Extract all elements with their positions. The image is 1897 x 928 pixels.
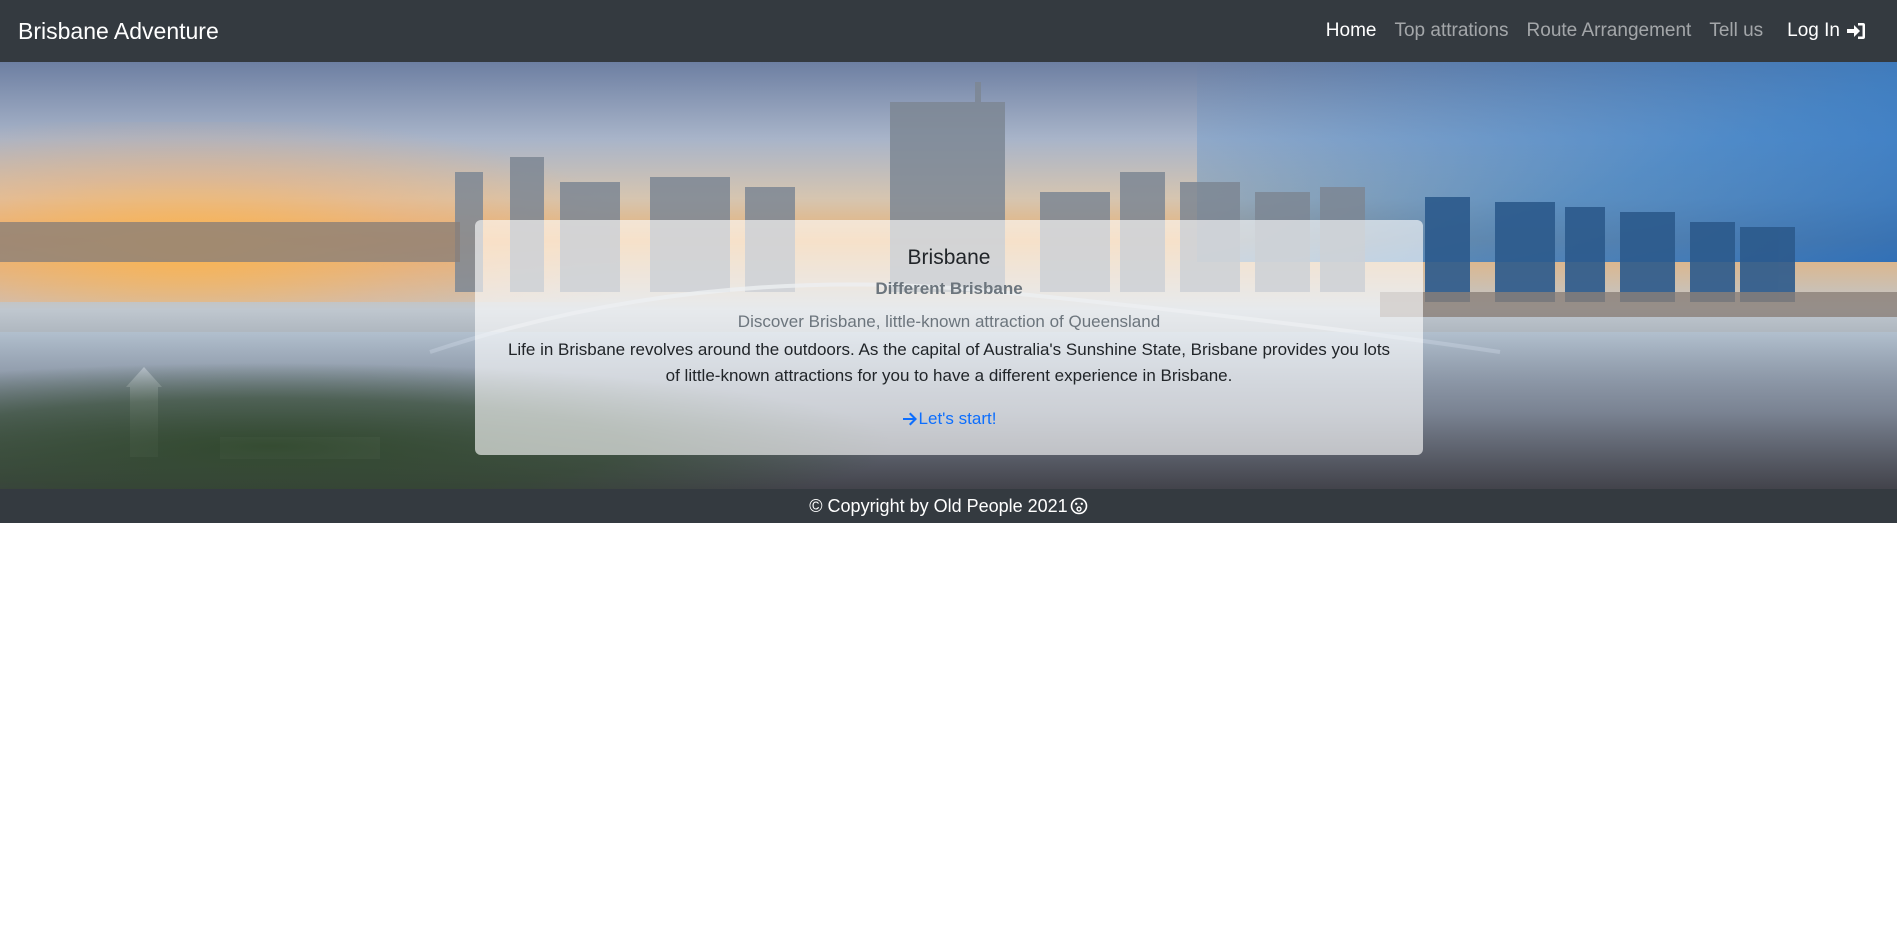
nav-link-top-attractions[interactable]: Top attrations (1394, 19, 1508, 43)
intro-card: Brisbane Different Brisbane Discover Bri… (475, 220, 1423, 455)
card-subtitle: Different Brisbane (875, 279, 1023, 298)
hero-banner: Brisbane Different Brisbane Discover Bri… (0, 62, 1897, 489)
nav-link-tell-us[interactable]: Tell us (1709, 19, 1763, 43)
login-button[interactable]: Log In (1787, 20, 1866, 42)
footer: © Copyright by Old People 2021 (0, 489, 1897, 523)
login-label: Log In (1787, 20, 1840, 41)
surprised-face-icon (1070, 497, 1088, 515)
copyright-text: © Copyright by Old People 2021 (809, 495, 1068, 516)
navbar: Brisbane Adventure Home Top attrations R… (0, 0, 1897, 62)
lets-start-label: Let's start! (918, 409, 997, 428)
card-tagline: Discover Brisbane, little-known attracti… (737, 312, 1161, 331)
sign-in-icon (1847, 23, 1865, 39)
nav-link-home[interactable]: Home (1326, 19, 1377, 43)
nav-links: Home Top attrations Route Arrangement Te… (1308, 0, 1897, 62)
card-title: Brisbane (907, 246, 991, 269)
nav-link-route-arrangement[interactable]: Route Arrangement (1527, 19, 1692, 43)
arrow-right-icon (902, 412, 917, 426)
card-description: Life in Brisbane revolves around the out… (507, 340, 1391, 385)
brand-link[interactable]: Brisbane Adventure (18, 17, 219, 45)
lets-start-link[interactable]: Let's start! (475, 408, 1423, 430)
